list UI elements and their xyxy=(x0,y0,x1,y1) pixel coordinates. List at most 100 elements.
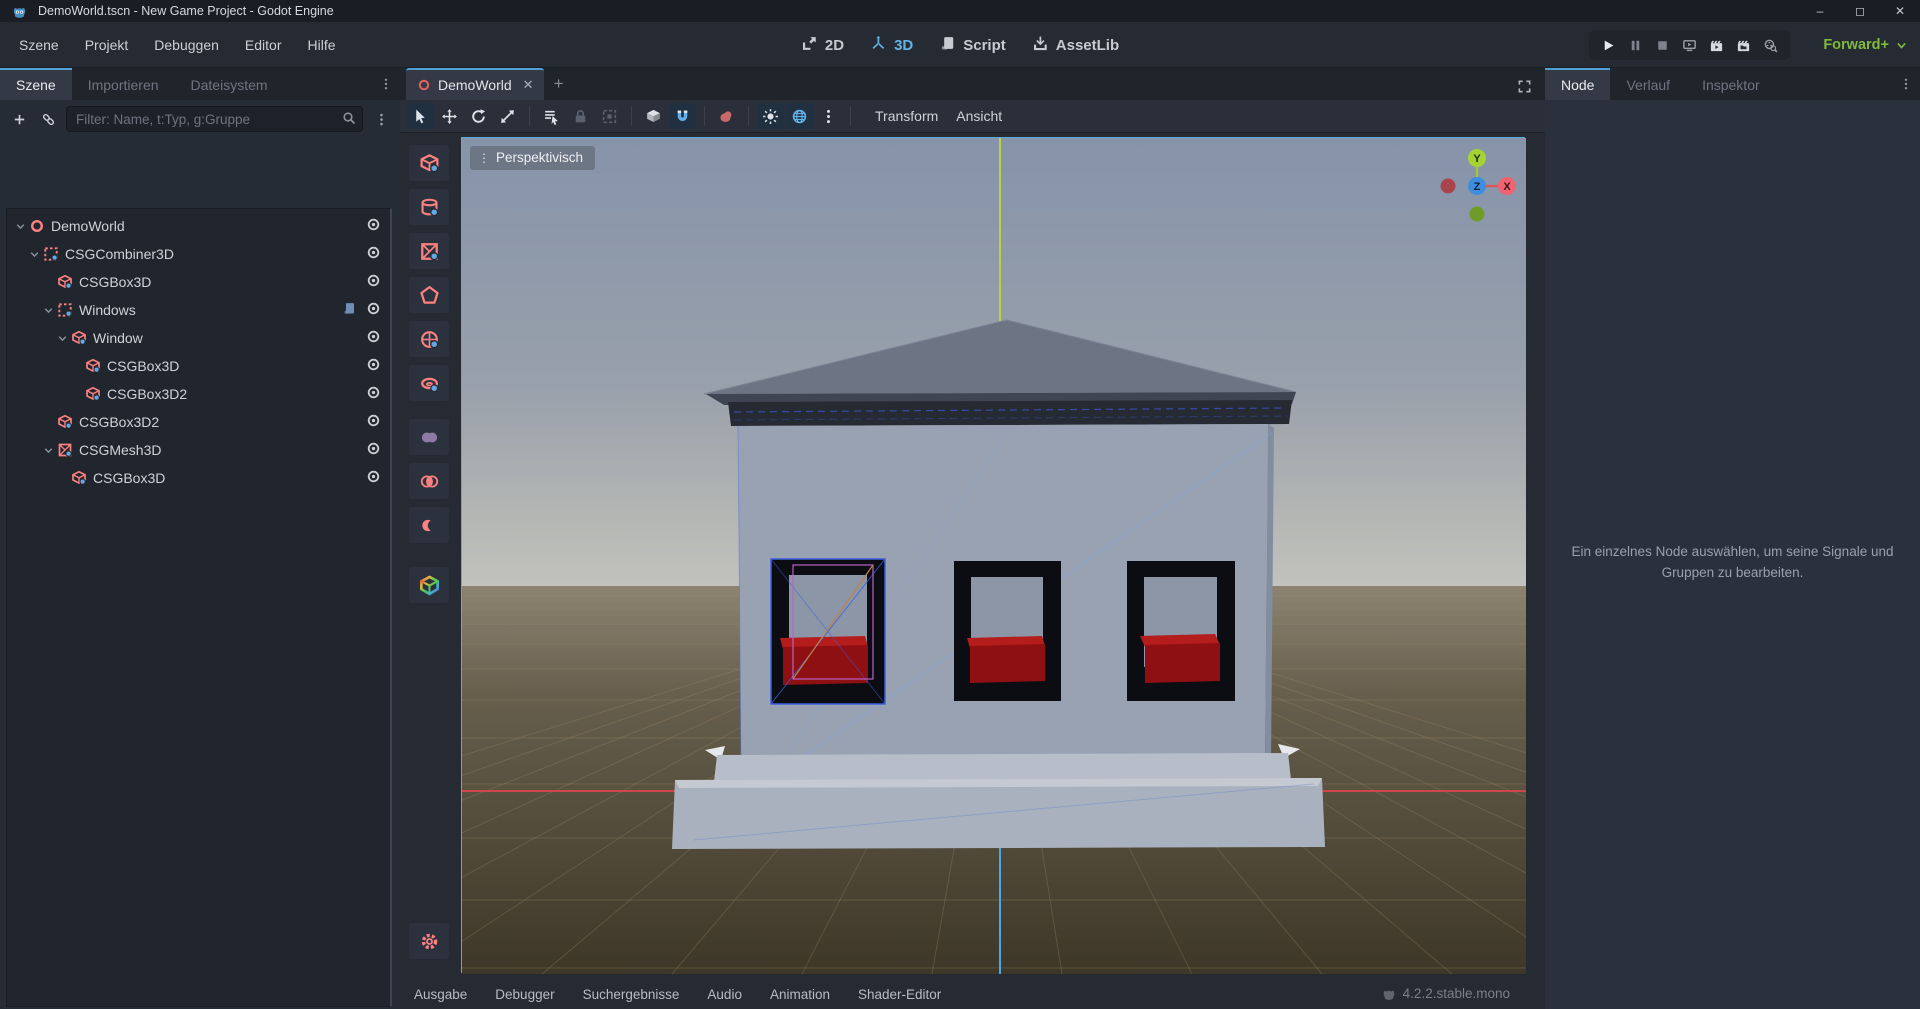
menu-editor[interactable]: Editor xyxy=(232,22,295,68)
tree-node-window[interactable]: Window xyxy=(7,324,390,352)
visibility-eye-icon[interactable] xyxy=(366,217,381,235)
play-scene-button[interactable] xyxy=(1703,32,1730,58)
play-remote-debug-button[interactable] xyxy=(1676,32,1703,58)
visibility-eye-icon[interactable] xyxy=(366,301,381,319)
maximize-button[interactable]: ◻ xyxy=(1840,0,1880,22)
list-select-button[interactable] xyxy=(538,103,565,129)
bottom-panel-debugger[interactable]: Debugger xyxy=(495,987,554,1002)
chevron-down-icon[interactable] xyxy=(13,220,28,233)
select-button[interactable] xyxy=(407,103,434,129)
workspace-assetlib-button[interactable]: AssetLib xyxy=(1032,35,1119,56)
scene-tree-menu-button[interactable] xyxy=(370,108,392,130)
tree-node-csgmesh3d[interactable]: CSGMesh3D xyxy=(7,436,390,464)
op-subtract-button[interactable] xyxy=(409,507,449,543)
csg-torus-button[interactable] xyxy=(409,365,449,401)
stop-button[interactable] xyxy=(1649,32,1676,58)
dock-menu-button[interactable] xyxy=(376,73,396,95)
tab-verlauf[interactable]: Verlauf xyxy=(1610,68,1686,100)
visibility-eye-icon[interactable] xyxy=(366,469,381,487)
tree-node-csgcombiner3d[interactable]: CSGCombiner3D xyxy=(7,240,390,268)
preview-sun-button[interactable] xyxy=(757,103,784,129)
gizmo-neg-y[interactable] xyxy=(1470,207,1485,222)
tree-node-csgbox3d[interactable]: CSGBox3D xyxy=(7,464,390,492)
sculpt-button[interactable] xyxy=(713,103,740,129)
distraction-free-button[interactable] xyxy=(1513,75,1535,97)
tree-node-demoworld[interactable]: DemoWorld xyxy=(7,212,390,240)
view-options-button[interactable] xyxy=(815,103,842,129)
menu-debuggen[interactable]: Debuggen xyxy=(141,22,232,68)
menu-projekt[interactable]: Projekt xyxy=(72,22,142,68)
close-button[interactable]: ✕ xyxy=(1880,0,1920,22)
bottom-panel-animation[interactable]: Animation xyxy=(770,987,830,1002)
move-button[interactable] xyxy=(436,103,463,129)
csg-mesh-button[interactable] xyxy=(409,233,449,269)
chevron-down-icon[interactable] xyxy=(27,248,42,261)
scale-button[interactable] xyxy=(494,103,521,129)
tab-szene[interactable]: Szene xyxy=(0,68,72,100)
perspective-menu-button[interactable]: ⋮ Perspektivisch xyxy=(470,146,595,170)
viewport-menu-transform[interactable]: Transform xyxy=(875,108,938,124)
pause-button[interactable] xyxy=(1622,32,1649,58)
window-1-selected[interactable] xyxy=(771,559,885,704)
tree-node-csgbox3d[interactable]: CSGBox3D xyxy=(7,352,390,380)
gizmo-neg-x[interactable] xyxy=(1441,179,1456,194)
visibility-eye-icon[interactable] xyxy=(366,441,381,459)
bottom-panel-shader-editor[interactable]: Shader-Editor xyxy=(858,987,941,1002)
group-button[interactable] xyxy=(596,103,623,129)
chevron-down-icon[interactable] xyxy=(55,332,70,345)
csg-cylinder-button[interactable] xyxy=(409,189,449,225)
dock-menu-button[interactable] xyxy=(1896,73,1916,95)
csg-box-button[interactable] xyxy=(409,145,449,181)
menu-szene[interactable]: Szene xyxy=(6,22,72,68)
gridmap-button[interactable] xyxy=(409,567,449,603)
csg-polygon-button[interactable] xyxy=(409,277,449,313)
tree-node-csgbox3d[interactable]: CSGBox3D xyxy=(7,268,390,296)
tab-inspektor[interactable]: Inspektor xyxy=(1686,68,1776,100)
bottom-panel-ausgabe[interactable]: Ausgabe xyxy=(414,987,467,1002)
tab-importieren[interactable]: Importieren xyxy=(72,68,175,100)
minimize-button[interactable]: – xyxy=(1800,0,1840,22)
scene-tab-demoworld[interactable]: DemoWorld ✕ xyxy=(406,68,544,100)
rotate-button[interactable] xyxy=(465,103,492,129)
visibility-eye-icon[interactable] xyxy=(366,357,381,375)
visibility-eye-icon[interactable] xyxy=(366,413,381,431)
tree-node-csgbox3d2[interactable]: CSGBox3D2 xyxy=(7,380,390,408)
add-node-button[interactable] xyxy=(8,108,30,130)
preview-env-button[interactable] xyxy=(786,103,813,129)
visibility-eye-icon[interactable] xyxy=(366,273,381,291)
menu-hilfe[interactable]: Hilfe xyxy=(294,22,348,68)
tree-node-csgbox3d2[interactable]: CSGBox3D2 xyxy=(7,408,390,436)
renderer-select[interactable]: Forward+ xyxy=(1823,30,1908,60)
visibility-eye-icon[interactable] xyxy=(366,245,381,263)
instance-scene-button[interactable] xyxy=(37,108,59,130)
3d-viewport[interactable]: Y X Z ⋮ Perspektivisch xyxy=(461,137,1525,973)
tab-dateisystem[interactable]: Dateisystem xyxy=(175,68,284,100)
tree-node-windows[interactable]: Windows xyxy=(7,296,390,324)
play-custom-scene-button[interactable] xyxy=(1730,32,1757,58)
csg-sphere-button[interactable] xyxy=(409,321,449,357)
csg-house-model[interactable] xyxy=(672,320,1325,849)
lock-button[interactable] xyxy=(567,103,594,129)
window-2[interactable] xyxy=(954,561,1061,701)
local-space-button[interactable] xyxy=(640,103,667,129)
visibility-eye-icon[interactable] xyxy=(366,385,381,403)
scene-filter-input[interactable] xyxy=(66,106,363,132)
workspace-3d-button[interactable]: 3D xyxy=(870,35,913,56)
tab-node[interactable]: Node xyxy=(1545,68,1610,100)
op-union-button[interactable] xyxy=(409,419,449,455)
visibility-eye-icon[interactable] xyxy=(366,329,381,347)
play-button[interactable] xyxy=(1595,32,1622,58)
op-intersect-button[interactable] xyxy=(409,463,449,499)
window-3[interactable] xyxy=(1127,561,1235,701)
close-scene-tab-icon[interactable]: ✕ xyxy=(523,77,534,93)
movie-maker-mode-button[interactable] xyxy=(1757,32,1784,58)
workspace-script-button[interactable]: Script xyxy=(939,35,1006,56)
chevron-down-icon[interactable] xyxy=(41,444,56,457)
bottom-panel-suchergebnisse[interactable]: Suchergebnisse xyxy=(583,987,680,1002)
workspace-2d-button[interactable]: 2D xyxy=(801,35,844,56)
viewport-menu-ansicht[interactable]: Ansicht xyxy=(956,108,1002,124)
chevron-down-icon[interactable] xyxy=(41,304,56,317)
new-scene-tab-button[interactable]: + xyxy=(544,68,574,100)
bottom-panel-audio[interactable]: Audio xyxy=(707,987,742,1002)
gear-button[interactable] xyxy=(409,923,449,959)
